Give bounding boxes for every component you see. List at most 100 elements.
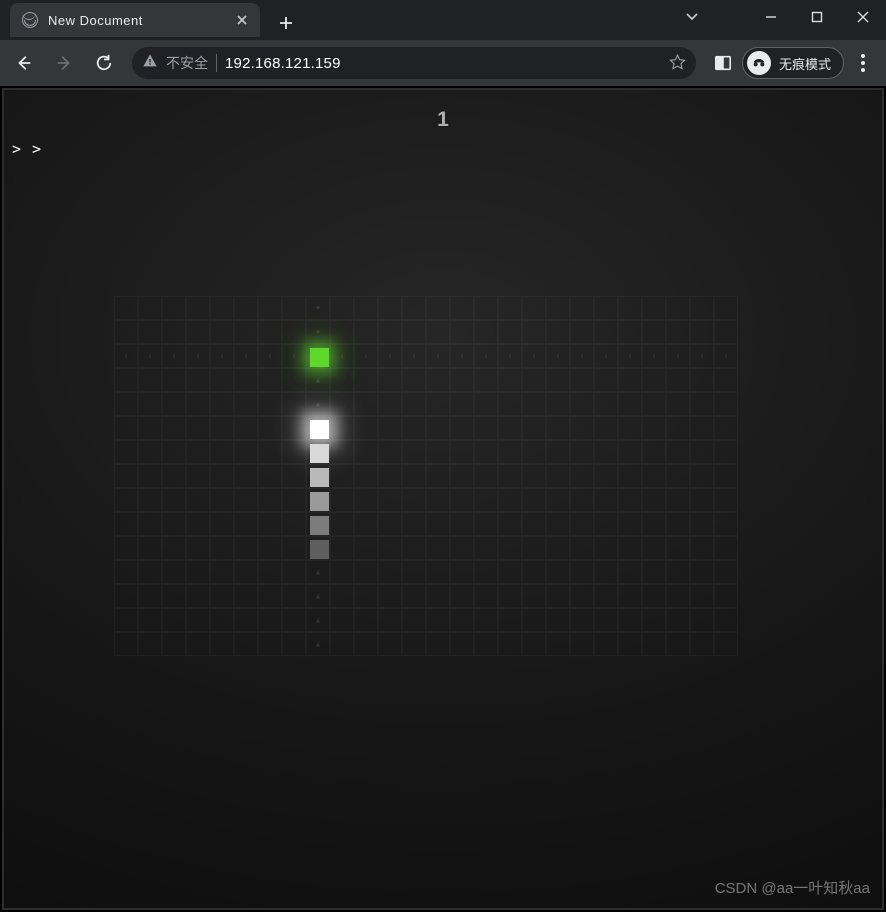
grid-cell: [402, 632, 426, 656]
grid-cell: [642, 440, 666, 464]
grid-cell: [330, 560, 354, 584]
grid-cell: [378, 464, 402, 488]
overflow-menu-button[interactable]: [846, 46, 880, 80]
snake-head: [310, 420, 329, 439]
grid-cell: [666, 608, 690, 632]
grid-cell: [378, 608, 402, 632]
maximize-button[interactable]: [794, 0, 840, 34]
grid-cell: ▾: [306, 296, 330, 320]
browser-toolbar: 不安全 192.168.121.159 无痕模式: [0, 40, 886, 86]
incognito-icon: [747, 51, 771, 75]
grid-cell: [354, 584, 378, 608]
incognito-label: 无痕模式: [779, 54, 831, 73]
grid-cell: [546, 632, 570, 656]
grid-cell: [138, 392, 162, 416]
grid-cell: [234, 440, 258, 464]
grid-cell: [378, 560, 402, 584]
grid-cell: [522, 416, 546, 440]
forward-button[interactable]: [46, 45, 82, 81]
grid-cell: [138, 560, 162, 584]
grid-cell: [258, 608, 282, 632]
grid-cell: [498, 440, 522, 464]
grid-cell: [714, 584, 738, 608]
grid-cell: [450, 584, 474, 608]
grid-cell: ‹: [330, 344, 354, 368]
grid-cell: [186, 320, 210, 344]
grid-cell: [162, 536, 186, 560]
side-panel-button[interactable]: [706, 46, 740, 80]
grid-cell: [402, 296, 426, 320]
grid-cell: [426, 440, 450, 464]
grid-cell: [546, 320, 570, 344]
grid-cell: [474, 296, 498, 320]
grid-cell: [114, 464, 138, 488]
grid-cell: [714, 320, 738, 344]
grid-cell: [234, 368, 258, 392]
back-button[interactable]: [6, 45, 42, 81]
grid-cell: [522, 536, 546, 560]
grid-cell: ‹: [138, 344, 162, 368]
grid-cell: [426, 536, 450, 560]
grid-cell: [258, 584, 282, 608]
grid-cell: [186, 632, 210, 656]
grid-cell: [114, 320, 138, 344]
grid-cell: ‹: [450, 344, 474, 368]
minimize-button[interactable]: [748, 0, 794, 34]
grid-cell: [474, 488, 498, 512]
grid-cell: [570, 392, 594, 416]
grid-cell: [354, 416, 378, 440]
grid-cell: [618, 560, 642, 584]
grid-cell: [666, 488, 690, 512]
tab-close-button[interactable]: [234, 12, 250, 28]
grid-cell: [210, 416, 234, 440]
grid-cell: [138, 584, 162, 608]
grid-cell: [114, 440, 138, 464]
reload-button[interactable]: [86, 45, 122, 81]
grid-cell: [282, 608, 306, 632]
grid-cell: [570, 536, 594, 560]
new-tab-button[interactable]: [272, 9, 300, 37]
grid-cell: [210, 296, 234, 320]
grid-cell: [210, 368, 234, 392]
grid-cell: [474, 416, 498, 440]
globe-icon: [22, 12, 38, 28]
grid-cell: [282, 416, 306, 440]
grid-cell: [594, 464, 618, 488]
game-grid[interactable]: ▾▾‹‹‹‹‹‹‹‹‹‹‹‹‹‹‹‹‹‹‹‹‹‹‹‹‹▴▴▴▴▴▴: [114, 296, 738, 656]
grid-cell: [234, 608, 258, 632]
browser-tab[interactable]: New Document: [10, 3, 260, 37]
grid-cell: [450, 368, 474, 392]
snake-body-segment: [310, 444, 329, 463]
grid-cell: [546, 440, 570, 464]
window-close-button[interactable]: [840, 0, 886, 34]
tab-search-button[interactable]: [684, 8, 700, 29]
bookmark-star-icon[interactable]: [669, 53, 686, 74]
page-body[interactable]: 1 > > ▾▾‹‹‹‹‹‹‹‹‹‹‹‹‹‹‹‹‹‹‹‹‹‹‹‹‹▴▴▴▴▴▴ …: [2, 88, 884, 910]
grid-cell: [642, 512, 666, 536]
grid-cell: [618, 368, 642, 392]
grid-cell: [546, 416, 570, 440]
grid-cell: [546, 584, 570, 608]
grid-cell: [594, 488, 618, 512]
grid-cell: [666, 368, 690, 392]
not-secure-icon: [142, 53, 158, 73]
window-titlebar: New Document: [0, 0, 886, 40]
address-bar[interactable]: 不安全 192.168.121.159: [132, 47, 696, 79]
grid-cell: [186, 488, 210, 512]
grid-cell: [282, 296, 306, 320]
grid-cell: [666, 416, 690, 440]
incognito-indicator[interactable]: 无痕模式: [742, 47, 844, 79]
grid-cell: [690, 512, 714, 536]
grid-cell: [546, 608, 570, 632]
grid-cell: [570, 560, 594, 584]
grid-cell: [162, 584, 186, 608]
grid-cell: [450, 296, 474, 320]
grid-cell: [306, 536, 330, 560]
grid-cell: [402, 512, 426, 536]
grid-cell: ▴: [306, 368, 330, 392]
grid-cell: [210, 512, 234, 536]
grid-cell: [378, 416, 402, 440]
grid-cell: [474, 512, 498, 536]
grid-cell: [354, 536, 378, 560]
grid-cell: [282, 560, 306, 584]
